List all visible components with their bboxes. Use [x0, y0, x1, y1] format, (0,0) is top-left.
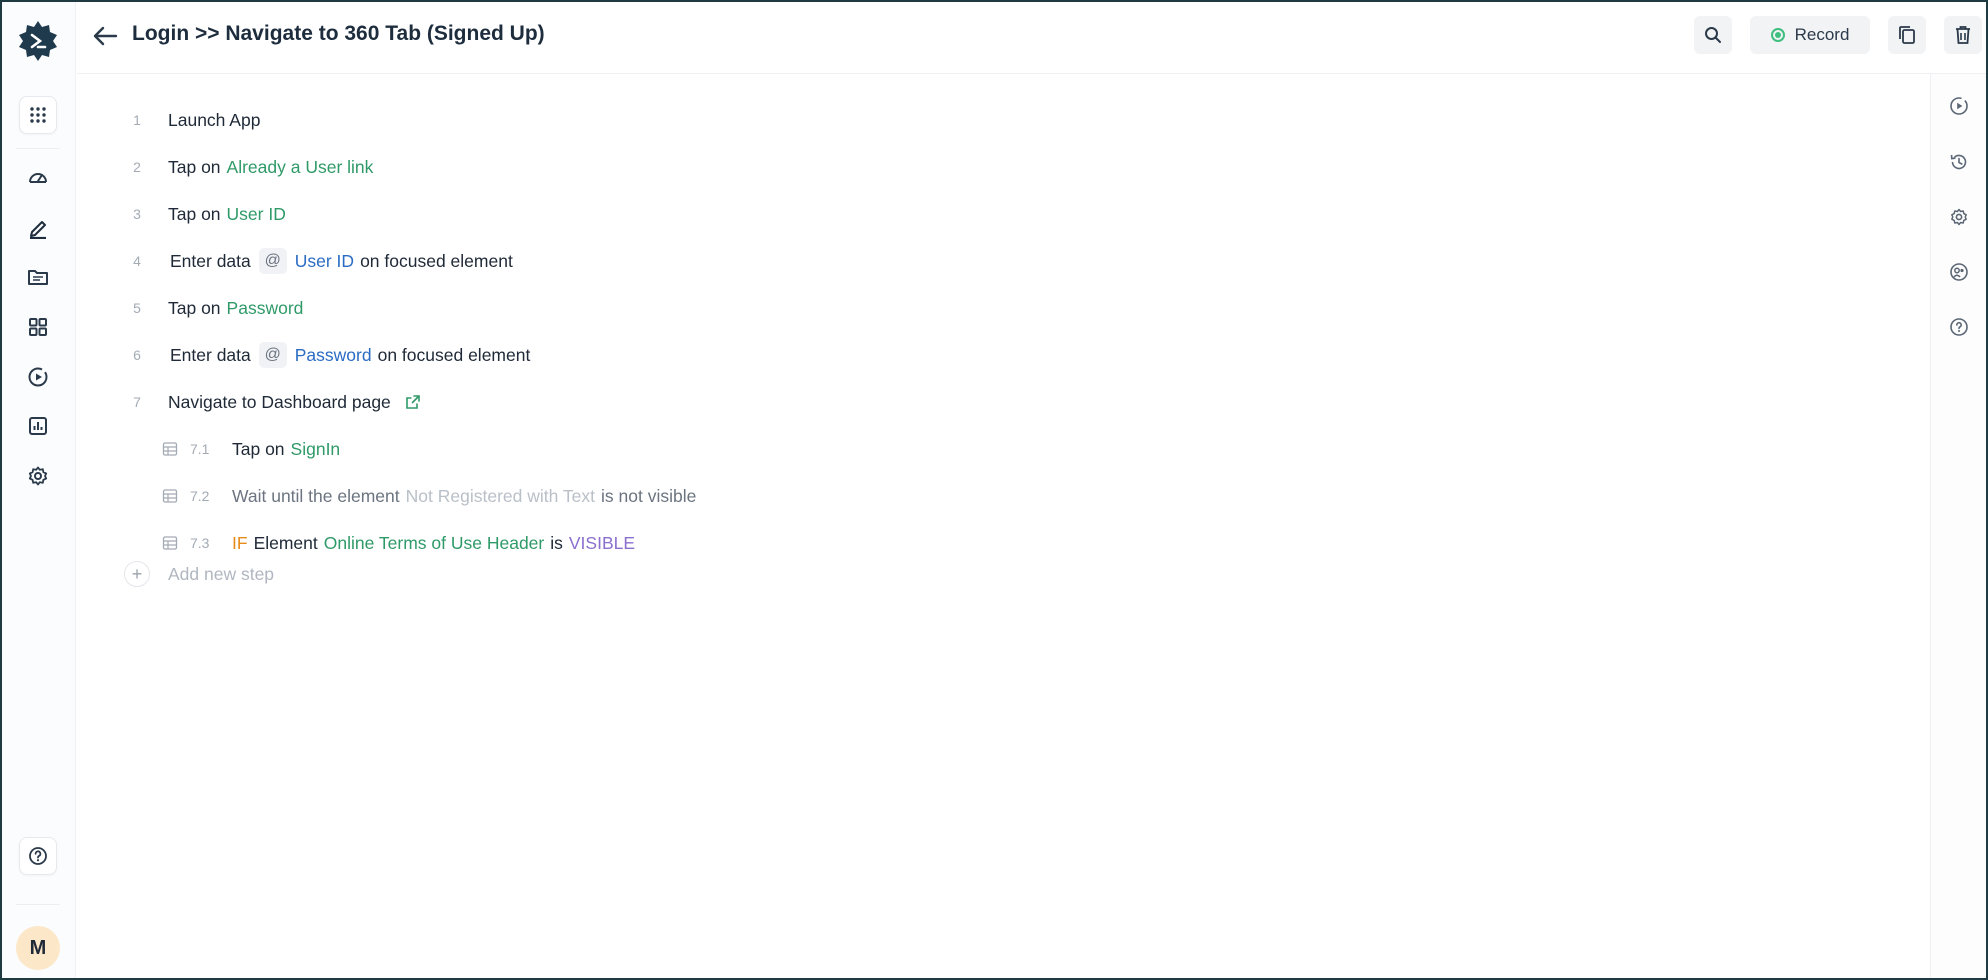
folder-icon	[28, 270, 48, 285]
history-button[interactable]	[1947, 150, 1971, 174]
help-button[interactable]	[19, 837, 57, 875]
step-text: Wait until the element	[232, 485, 400, 506]
step-text: VISIBLE	[568, 532, 636, 553]
search-button[interactable]	[1694, 16, 1732, 54]
help-panel-button[interactable]	[1947, 315, 1971, 339]
step-number: 2	[133, 159, 141, 175]
step-text: Tap on	[168, 297, 221, 318]
step-content: Tap on Password	[168, 298, 303, 319]
substep-content: IF Element Online Terms of Use Header is VIS…	[232, 533, 635, 554]
duplicate-button[interactable]	[1888, 16, 1926, 54]
table-step-icon	[162, 488, 178, 504]
table-step-icon	[162, 441, 178, 457]
data-variable-reference[interactable]: User ID	[295, 251, 354, 272]
step-text: Navigate to Dashboard page	[168, 391, 391, 412]
element-reference[interactable]: Already a User link	[227, 157, 374, 178]
delete-button[interactable]	[1944, 16, 1982, 54]
gear-icon	[1951, 208, 1967, 226]
step-text: Enter data	[170, 344, 251, 365]
gear-icon	[28, 466, 48, 486]
test-editor-nav-button[interactable]	[19, 209, 57, 247]
history-icon	[1950, 154, 1967, 170]
play-circle-icon	[28, 367, 48, 387]
right-tool-rail	[1930, 74, 1986, 978]
substep-number: 7.3	[190, 535, 210, 551]
help-circle-icon	[1950, 318, 1968, 336]
back-button[interactable]	[89, 20, 121, 52]
settings-nav-button[interactable]	[19, 457, 57, 495]
step-text: Launch App	[168, 109, 261, 130]
step-content: Launch App	[168, 110, 260, 131]
help-circle-icon	[29, 847, 47, 865]
test-data-button[interactable]	[1947, 260, 1971, 284]
element-reference[interactable]: SignIn	[291, 439, 341, 460]
speedometer-icon	[29, 173, 47, 183]
step-text: Tap on	[232, 438, 285, 459]
step-text: Tap on	[168, 203, 221, 224]
grid-squares-icon	[29, 318, 47, 336]
step-number: 6	[133, 347, 141, 363]
step-text: Enter data	[170, 250, 251, 271]
variable-at-icon[interactable]: @	[258, 248, 287, 274]
test-cases-nav-button[interactable]	[19, 258, 57, 296]
arrow-left-icon	[93, 26, 118, 46]
dashboard-nav-button[interactable]	[19, 159, 57, 197]
run-panel-button[interactable]	[1947, 94, 1971, 118]
components-nav-button[interactable]	[19, 308, 57, 346]
variable-at-icon[interactable]: @	[258, 342, 287, 368]
substep-number: 7.1	[190, 441, 210, 457]
rail-divider	[16, 904, 60, 905]
record-label: Record	[1794, 25, 1850, 44]
step-number: 5	[133, 300, 141, 316]
apps-grid-icon	[30, 107, 46, 123]
add-new-step-label: Add new step	[168, 563, 275, 584]
app-logo-icon[interactable]	[16, 18, 60, 62]
data-variable-reference[interactable]: Password	[295, 345, 372, 366]
data-profile-icon	[1950, 263, 1968, 281]
trash-icon	[1956, 26, 1970, 44]
substep-content: Tap on SignIn	[232, 439, 340, 460]
step-text: on focused element	[377, 344, 531, 365]
element-reference[interactable]: User ID	[227, 204, 286, 225]
pencil-icon	[30, 221, 46, 239]
page-title: Login >> Navigate to 360 Tab (Signed Up)	[132, 22, 545, 45]
step-number: 3	[133, 206, 141, 222]
runs-nav-button[interactable]	[19, 358, 57, 396]
step-content: Enter data @ Password on focused element	[170, 342, 530, 368]
element-reference[interactable]: Password	[227, 298, 304, 319]
copy-icon	[1899, 26, 1915, 44]
table-step-icon	[162, 535, 178, 551]
step-content: Enter data @ User ID on focused element	[170, 248, 513, 274]
step-content: Navigate to Dashboard page	[168, 392, 421, 413]
bar-chart-icon	[29, 417, 47, 435]
test-settings-button[interactable]	[1947, 205, 1971, 229]
step-text: is not visible	[601, 485, 697, 506]
step-text: on focused element	[360, 250, 513, 271]
reports-nav-button[interactable]	[19, 407, 57, 445]
step-content: Tap on Already a User link	[168, 157, 373, 178]
left-navigation-rail: M	[2, 2, 76, 978]
step-text: is	[550, 532, 563, 553]
step-text: IF	[232, 532, 248, 553]
external-link-icon[interactable]	[405, 394, 421, 410]
substep-content: Wait until the element Not Registered wit…	[232, 486, 696, 507]
step-number: 4	[133, 253, 141, 269]
search-icon	[1705, 27, 1721, 43]
step-text: Not Registered with Text	[405, 485, 595, 506]
step-content: Tap on User ID	[168, 204, 286, 225]
step-text: Element	[253, 532, 318, 553]
record-dot-icon	[1770, 28, 1785, 42]
page-header: Login >> Navigate to 360 Tab (Signed Up)…	[77, 2, 1986, 74]
substep-number: 7.2	[190, 488, 210, 504]
step-text: Tap on	[168, 156, 221, 177]
record-button[interactable]: Record	[1750, 16, 1870, 54]
user-avatar[interactable]: M	[16, 926, 60, 970]
plus-icon: +	[124, 561, 150, 587]
step-number: 1	[133, 112, 141, 128]
apps-grid-button[interactable]	[19, 96, 57, 134]
rail-divider	[16, 148, 60, 149]
play-circle-icon	[1950, 97, 1968, 115]
element-reference[interactable]: Online Terms of Use Header	[324, 533, 544, 554]
step-number: 7	[133, 394, 141, 410]
